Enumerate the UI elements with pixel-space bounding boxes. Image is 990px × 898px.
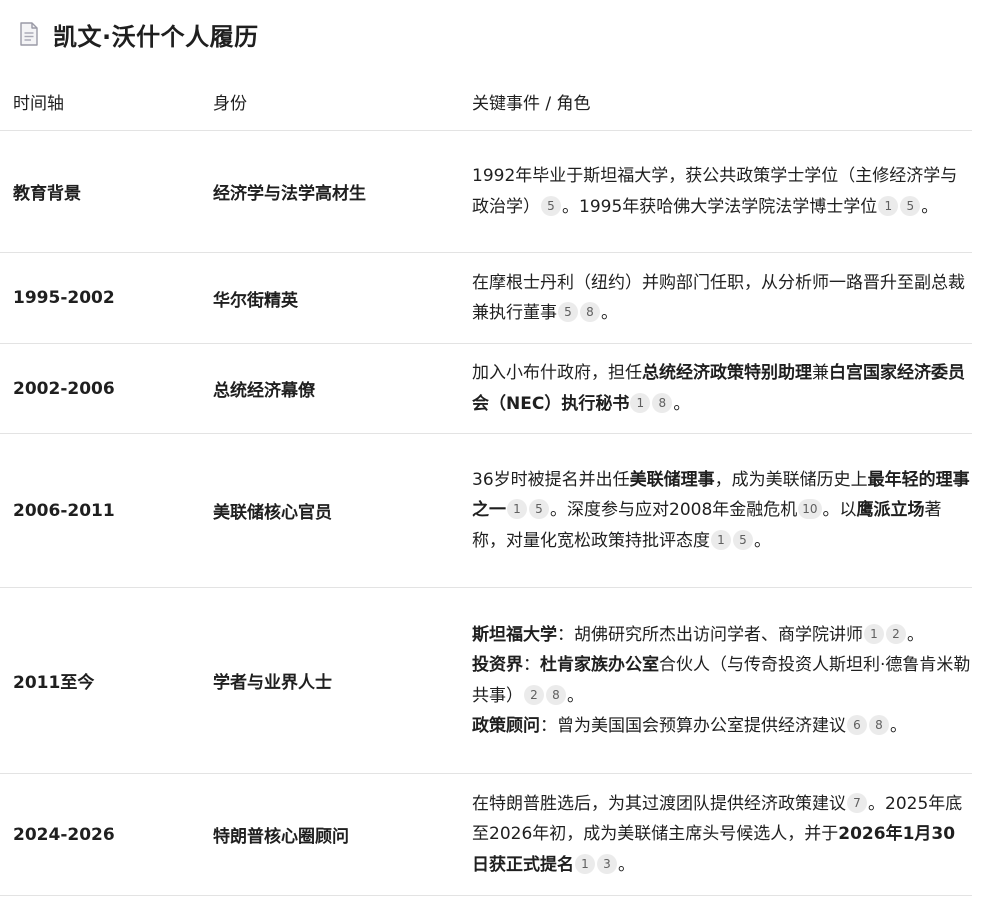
bold-text: 投资界 — [472, 655, 523, 675]
cell-events: 加入小布什政府，担任总统经济政策特别助理兼白宫国家经济委员会（NEC）执行秘书 1… — [459, 343, 972, 434]
bold-text: 鹰派立场 — [856, 500, 925, 521]
document-icon — [20, 22, 38, 46]
citation-badge[interactable]: 1 — [878, 195, 899, 216]
text: 36岁时被提名并出任 — [472, 469, 630, 490]
text: 。 — [890, 716, 907, 736]
citation-badge[interactable]: 8 — [652, 392, 673, 413]
table-row: 2002-2006 总统经济幕僚 加入小布什政府，担任总统经济政策特别助理兼白宫国家… — [0, 343, 972, 434]
text: 在特朗普胜选后，为其过渡团队提供经济政策建议 — [472, 793, 846, 814]
header-identity: 身份 — [200, 73, 459, 131]
text: 。深度参与应对2008年金融危机 — [550, 500, 798, 521]
cell-events: 在特朗普胜选后，为其过渡团队提供经济政策建议 7 。2025年底至2026年初，成为… — [459, 773, 972, 896]
cell-time: 1995-2002 — [0, 252, 200, 344]
event-line: 政策顾问：曾为美国国会预算办公室提供经济建议 6 8。 — [472, 711, 972, 742]
text: 。 — [754, 530, 771, 551]
text: ，成为美联储历史上 — [714, 469, 868, 490]
citation-badge[interactable]: 5 — [529, 499, 549, 520]
bold-text: 总统经济政策特别助理 — [642, 363, 812, 383]
cell-time: 2006-2011 — [0, 433, 200, 588]
table-row: 1995-2002 华尔街精英 在摩根士丹利（纽约）并购部门任职，从分析师一路晋升至… — [0, 252, 972, 344]
cell-time: 2002-2006 — [0, 343, 200, 434]
citation-badge[interactable]: 10 — [798, 499, 822, 520]
text: 兼 — [812, 363, 829, 383]
text: 加入小布什政府，担任 — [472, 363, 642, 383]
resume-table: 时间轴 身份 关键事件 / 角色 教育背景 经济学与法学高材生 1992年毕业于斯坦… — [0, 73, 972, 896]
event-line: 斯坦福大学：胡佛研究所杰出访问学者、商学院讲师 1 2。 — [472, 620, 972, 651]
header-timeline: 时间轴 — [0, 73, 200, 131]
bold-text: 政策顾问 — [472, 716, 540, 736]
citation-badge[interactable]: 1 — [711, 529, 731, 550]
text: 。 — [601, 303, 618, 323]
citation-badge[interactable]: 7 — [847, 792, 867, 813]
table-row: 2006-2011 美联储核心官员 36岁时被提名并出任美联储理事，成为美联储历史上… — [0, 433, 972, 588]
bold-text: 杜肯家族办公室 — [540, 655, 659, 675]
text: 。 — [673, 393, 691, 414]
text: ： — [523, 655, 540, 675]
text: 。1995年获哈佛大学法学院法学博士学位 — [562, 196, 878, 217]
cell-role: 特朗普核心圈顾问 — [200, 773, 459, 896]
text: 。 — [921, 196, 939, 217]
citation-badge[interactable]: 2 — [886, 623, 906, 644]
citation-badge[interactable]: 2 — [524, 684, 544, 705]
text: 。 — [618, 854, 635, 875]
cell-time: 2011至今 — [0, 587, 200, 774]
page-title: 凯文·沃什个人履历 — [19, 14, 259, 54]
cell-role: 总统经济幕僚 — [200, 343, 459, 434]
citation-badge[interactable]: 5 — [541, 195, 561, 216]
text: 在摩根士丹利（纽约）并购部门任职，从分析师一路晋升至副总裁兼执行董事 — [472, 272, 965, 324]
table-row: 2011至今 学者与业界人士 斯坦福大学：胡佛研究所杰出访问学者、商学院讲师 1 2。投… — [0, 587, 972, 774]
cell-role: 经济学与法学高材生 — [200, 130, 459, 253]
citation-badge[interactable]: 3 — [597, 853, 617, 874]
text: 。 — [567, 685, 584, 706]
cell-events: 在摩根士丹利（纽约）并购部门任职，从分析师一路晋升至副总裁兼执行董事 5 8。 — [459, 252, 972, 344]
table-row: 2024-2026 特朗普核心圈顾问 在特朗普胜选后，为其过渡团队提供经济政策建议 7… — [0, 773, 972, 896]
citation-badge[interactable]: 1 — [630, 392, 651, 413]
header-events: 关键事件 / 角色 — [459, 73, 972, 131]
citation-badge[interactable]: 8 — [869, 715, 889, 735]
bold-text: 斯坦福大学 — [472, 624, 557, 645]
page-title-text: 凯文·沃什个人履历 — [53, 22, 259, 51]
citation-badge[interactable]: 1 — [575, 853, 595, 874]
text: 。以 — [822, 500, 857, 521]
text: ：胡佛研究所杰出访问学者、商学院讲师 — [557, 624, 863, 645]
citation-badge[interactable]: 5 — [558, 302, 578, 322]
citation-badge[interactable]: 5 — [900, 195, 921, 216]
cell-role: 华尔街精英 — [200, 252, 459, 344]
cell-role: 美联储核心官员 — [200, 433, 459, 588]
citation-badge[interactable]: 1 — [507, 499, 527, 520]
event-line: 投资界：杜肯家族办公室合伙人（与传奇投资人斯坦利·德鲁肯米勒共事） 2 8。 — [472, 650, 972, 711]
citation-badge[interactable]: 6 — [847, 715, 867, 735]
bold-text: 美联储理事 — [629, 469, 715, 490]
citation-badge[interactable]: 1 — [864, 623, 884, 644]
citation-badge[interactable]: 8 — [546, 684, 566, 705]
cell-time: 教育背景 — [0, 130, 200, 253]
table-row: 教育背景 经济学与法学高材生 1992年毕业于斯坦福大学，获公共政策学士学位（主修经… — [0, 130, 972, 253]
cell-events: 1992年毕业于斯坦福大学，获公共政策学士学位（主修经济学与政治学） 5 。1995… — [459, 130, 972, 253]
text: 。 — [907, 624, 924, 645]
cell-time: 2024-2026 — [0, 773, 200, 896]
citation-badge[interactable]: 8 — [580, 302, 600, 322]
cell-role: 学者与业界人士 — [200, 587, 459, 774]
cell-events: 斯坦福大学：胡佛研究所杰出访问学者、商学院讲师 1 2。投资界：杜肯家族办公室合伙人… — [459, 587, 972, 774]
cell-events: 36岁时被提名并出任美联储理事，成为美联储历史上最年轻的理事之一 1 5 。深度参与应… — [459, 433, 972, 588]
text: ：曾为美国国会预算办公室提供经济建议 — [540, 716, 846, 736]
table-header-row: 时间轴 身份 关键事件 / 角色 — [0, 73, 972, 131]
citation-badge[interactable]: 5 — [733, 529, 753, 550]
